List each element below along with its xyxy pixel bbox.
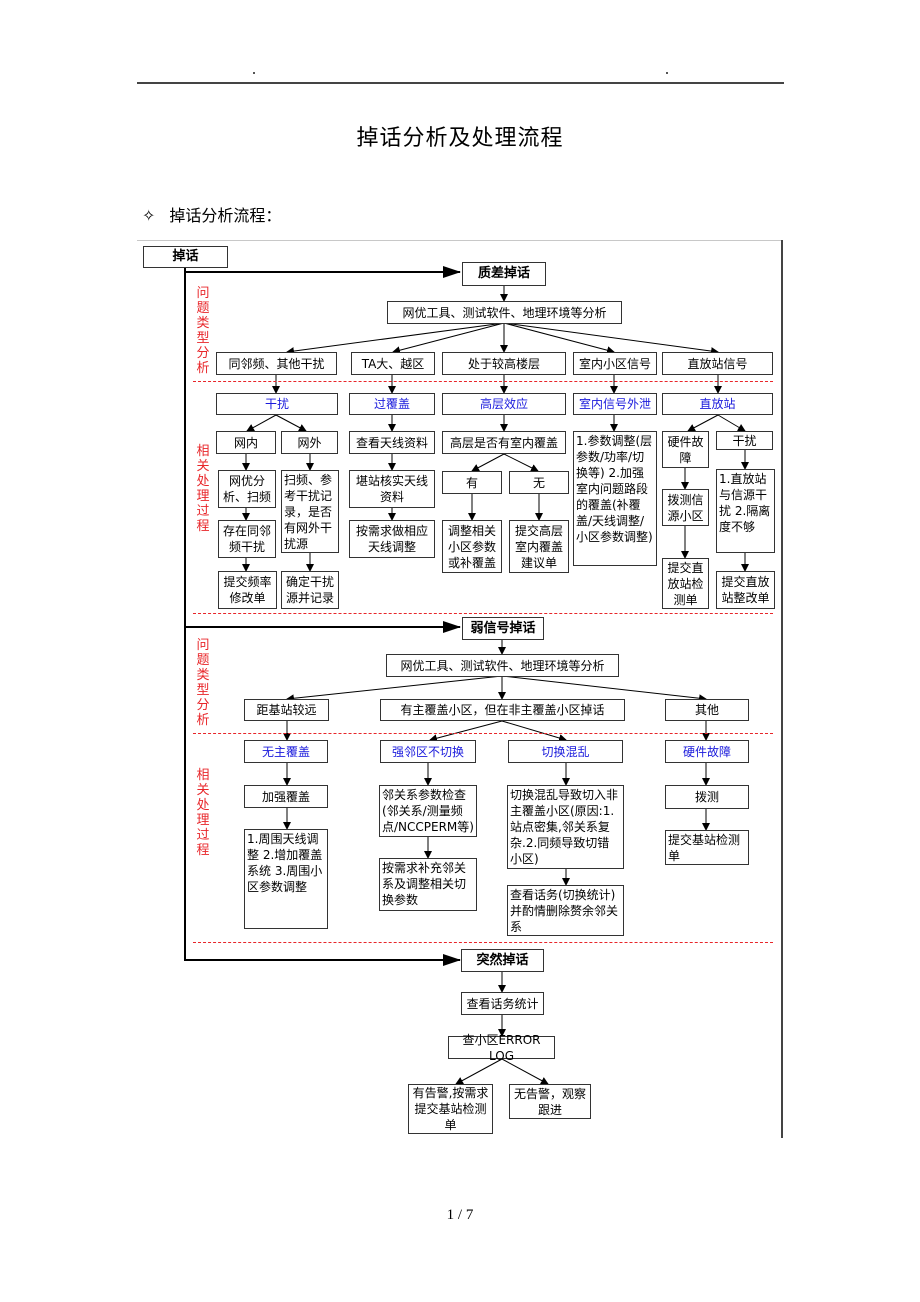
node-inner-step2: 存在同邻频干扰 [218, 520, 276, 558]
node-inner-step3: 提交频率修改单 [218, 571, 277, 609]
node-repeater-hw-step1: 拨测信源小区 [662, 489, 709, 526]
node-repeater-int-step2: 提交直放站整改单 [716, 571, 775, 609]
node-outer-network: 网外 [281, 431, 338, 454]
node-sudden-no-alarm: 无告警，观察跟进 [509, 1084, 591, 1119]
node-highrise-question: 高层是否有室内覆盖 [442, 431, 566, 454]
node-cause-no-main: 无主覆盖 [244, 740, 328, 763]
side-label-handling: 相关处理过程 [196, 768, 210, 858]
node-overshoot-step1: 查看天线资料 [349, 431, 435, 454]
side-label-problem-type: 问题类型分析 [196, 286, 210, 376]
node-strong-nb-step1: 邻关系参数检查(邻关系/测量频点/NCCPERM等) [379, 785, 477, 837]
node-type-repeater: 直放站信号 [662, 352, 773, 375]
node-hw-step2: 提交基站检测单 [665, 830, 749, 865]
node-overshoot-step2: 堪站核实天线资料 [349, 470, 435, 508]
node-strong-nb-step2: 按需求补充邻关系及调整相关切换参数 [379, 858, 477, 911]
node-type-interference: 同邻频、其他干扰 [216, 352, 337, 375]
root-node-call-drop: 掉话 [143, 246, 228, 268]
node-no-main-step2: 1.周围天线调整 2.增加覆盖系统 3.周围小区参数调整 [244, 829, 328, 929]
node-weak-signal-drop: 弱信号掉话 [462, 617, 544, 640]
side-label-problem-type: 问题类型分析 [196, 638, 210, 728]
node-weak-type-nonmain: 有主覆盖小区，但在非主覆盖小区掉话 [380, 699, 625, 721]
node-quality-analysis: 网优工具、测试软件、地理环境等分析 [387, 301, 622, 324]
node-sudden-step2: 查小区ERROR LOG [448, 1033, 555, 1063]
node-inner-step1: 网优分析、扫频 [218, 470, 276, 508]
node-highrise-no-action: 提交高层室内覆盖建议单 [509, 520, 569, 573]
node-cause-ho-chaos: 切换混乱 [508, 740, 623, 763]
node-repeater-interference: 干扰 [716, 431, 773, 450]
node-cause-indoor-leak: 室内信号外泄 [573, 393, 657, 415]
page-number: 1 / 7 [446, 1207, 474, 1223]
node-type-indoor: 室内小区信号 [573, 352, 657, 375]
node-hw-step1: 拨测 [665, 785, 749, 809]
node-overshoot-step3: 按需求做相应天线调整 [349, 520, 435, 558]
node-repeater-hw-step2: 提交直放站检测单 [662, 558, 709, 609]
separator-dashed [193, 381, 773, 382]
node-sudden-alarm: 有告警,按需求提交基站检测单 [408, 1084, 493, 1134]
node-sudden-step1: 查看话务统计 [461, 992, 544, 1015]
side-label-handling: 相关处理过程 [196, 444, 210, 534]
node-no-main-step1: 加强覆盖 [244, 785, 328, 808]
node-quality-drop: 质差掉话 [462, 262, 546, 286]
node-cause-repeater: 直放站 [662, 393, 773, 415]
node-highrise-no: 无 [509, 471, 569, 494]
node-weak-type-far: 距基站较远 [244, 699, 329, 721]
node-sudden-drop: 突然掉话 [461, 949, 544, 972]
node-weak-type-other: 其他 [665, 699, 749, 721]
separator-dashed [193, 613, 773, 614]
node-cause-highrise: 高层效应 [442, 393, 566, 415]
separator-dashed [193, 733, 773, 734]
node-inner-network: 网内 [216, 431, 276, 454]
separator-dashed [193, 942, 773, 943]
node-cause-overshoot: 过覆盖 [349, 393, 435, 415]
node-type-ta: TA大、越区 [351, 352, 435, 375]
node-ho-chaos-step1: 切换混乱导致切入非主覆盖小区(原因:1.站点密集,邻关系复杂.2.同频导致切错小… [507, 785, 624, 869]
node-cause-strong-neighbor: 强邻区不切换 [380, 740, 476, 763]
node-type-highfloor: 处于较高楼层 [442, 352, 566, 375]
node-ho-chaos-step2: 查看话务(切换统计)并酌情删除赘余邻关系 [507, 885, 624, 936]
node-highrise-yes: 有 [442, 471, 502, 494]
node-repeater-int-step1: 1.直放站与信源干扰 2.隔离度不够 [716, 469, 775, 553]
node-indoor-leak-action: 1.参数调整(层参数/功率/切换等) 2.加强室内问题路段的覆盖(补覆盖/天线调… [573, 431, 657, 566]
node-outer-step2: 确定干扰源并记录 [281, 571, 339, 609]
node-cause-hw-fault: 硬件故障 [665, 740, 749, 763]
node-highrise-yes-action: 调整相关小区参数或补覆盖 [442, 520, 502, 573]
node-weak-analysis: 网优工具、测试软件、地理环境等分析 [386, 654, 619, 677]
node-repeater-hw-fault: 硬件故障 [662, 431, 709, 468]
node-outer-step1: 扫频、参考干扰记录，是否有网外干扰源 [281, 470, 339, 553]
node-cause-interference: 干扰 [216, 393, 338, 415]
